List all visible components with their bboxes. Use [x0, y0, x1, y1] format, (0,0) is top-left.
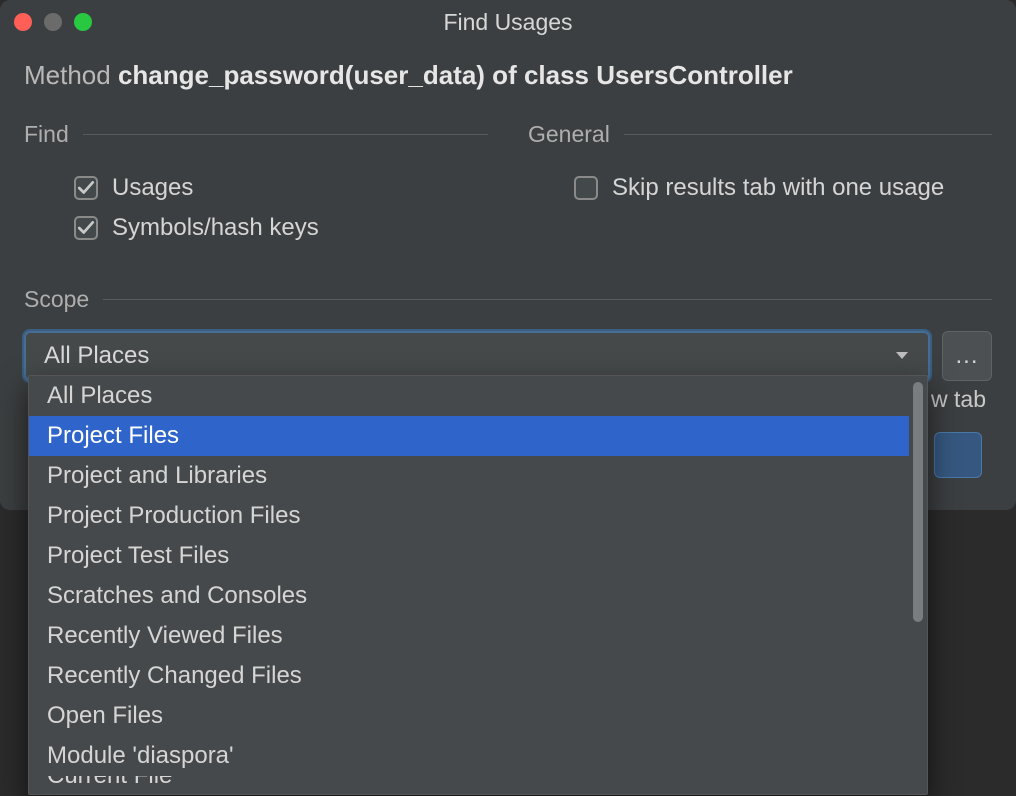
scope-option[interactable]: All Places: [29, 376, 909, 416]
scope-option[interactable]: Open Files: [29, 696, 909, 736]
scope-selected-value: All Places: [44, 342, 149, 370]
window-controls: [14, 13, 92, 31]
divider: [103, 299, 992, 300]
scope-option[interactable]: Module 'diaspora': [29, 736, 909, 776]
subject-prefix: Method: [24, 60, 118, 90]
usages-label: Usages: [112, 174, 193, 202]
scope-option[interactable]: Recently Viewed Files: [29, 616, 909, 656]
ellipsis-icon: ...: [955, 342, 978, 370]
symbols-checkbox-row[interactable]: Symbols/hash keys: [24, 208, 488, 248]
scope-option[interactable]: Project Files: [29, 416, 909, 456]
open-new-tab-partial-text: w tab: [931, 386, 986, 413]
divider: [83, 134, 488, 135]
divider: [624, 134, 992, 135]
checkbox-checked-icon[interactable]: [74, 176, 98, 200]
find-group-label: Find: [24, 121, 69, 148]
window-title: Find Usages: [0, 9, 1016, 36]
symbols-label: Symbols/hash keys: [112, 214, 319, 242]
find-button[interactable]: [934, 432, 982, 478]
dialog-content: Method change_password(user_data) of cla…: [0, 44, 1016, 401]
chevron-down-icon: [894, 342, 910, 370]
subject-method: change_password(user_data) of class User…: [118, 60, 793, 90]
skip-results-checkbox-row[interactable]: Skip results tab with one usage: [528, 168, 992, 208]
scrollbar-thumb[interactable]: [913, 382, 923, 622]
find-usages-dialog: Find Usages Method change_password(user_…: [0, 0, 1016, 510]
skip-results-label: Skip results tab with one usage: [612, 174, 944, 202]
scope-dropdown: All Places Project Files Project and Lib…: [28, 375, 928, 795]
scope-option[interactable]: Project and Libraries: [29, 456, 909, 496]
checkbox-checked-icon[interactable]: [74, 216, 98, 240]
scope-option[interactable]: Current File: [29, 776, 909, 794]
scope-option[interactable]: Project Test Files: [29, 536, 909, 576]
scope-group: Scope All Places ...: [24, 286, 992, 381]
zoom-window-icon[interactable]: [74, 13, 92, 31]
close-window-icon[interactable]: [14, 13, 32, 31]
titlebar: Find Usages: [0, 0, 1016, 44]
general-group: General Skip results tab with one usage: [528, 121, 992, 248]
usage-subject: Method change_password(user_data) of cla…: [24, 60, 992, 91]
scope-group-label: Scope: [24, 286, 89, 313]
scope-more-button[interactable]: ...: [942, 331, 992, 381]
scope-option[interactable]: Recently Changed Files: [29, 656, 909, 696]
find-group: Find Usages Symbols/hash keys: [24, 121, 488, 248]
usages-checkbox-row[interactable]: Usages: [24, 168, 488, 208]
minimize-window-icon[interactable]: [44, 13, 62, 31]
scope-combobox[interactable]: All Places: [24, 331, 930, 381]
scope-option[interactable]: Project Production Files: [29, 496, 909, 536]
checkbox-unchecked-icon[interactable]: [574, 176, 598, 200]
scope-option[interactable]: Scratches and Consoles: [29, 576, 909, 616]
general-group-label: General: [528, 121, 610, 148]
